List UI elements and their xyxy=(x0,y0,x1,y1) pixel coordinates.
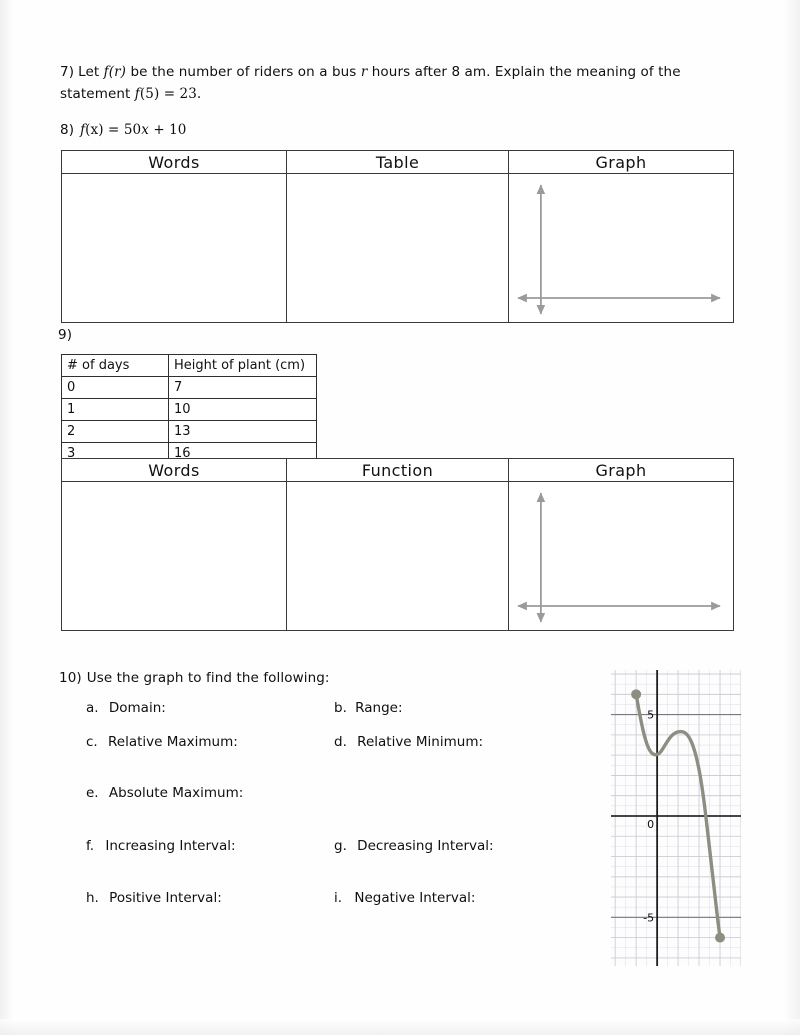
item-label-decreasing-interval: Decreasing Interval: xyxy=(357,838,494,854)
days-value: 1 xyxy=(61,398,169,421)
q7-text-d: statement xyxy=(60,85,135,102)
worksheet-page: 7) Let f(r) be the number of riders on a … xyxy=(0,0,800,1035)
item-letter-i: i. xyxy=(334,890,343,906)
q10-item-c: c. Relative Maximum: xyxy=(86,734,238,750)
q10-graph-svg: 5 0 -5 xyxy=(611,670,741,966)
question-8: 8) f(x) = 50x + 10 xyxy=(60,120,187,141)
q8-table-answer-row xyxy=(61,173,734,323)
item-label-absolute-maximum: Absolute Maximum: xyxy=(108,785,244,801)
y-tick-label-minus-5: -5 xyxy=(643,911,654,924)
q10-graph-figure: 5 0 -5 xyxy=(611,670,741,966)
table-row: 1 10 xyxy=(61,398,317,421)
q8-graph-answer-cell[interactable] xyxy=(508,173,734,323)
data-header-days: # of days xyxy=(61,354,169,377)
blank-coordinate-axes xyxy=(517,184,721,315)
q10-item-e: e. Absolute Maximum: xyxy=(86,785,243,801)
item-letter-c: c. xyxy=(86,734,98,750)
height-value: 13 xyxy=(168,420,317,443)
left-endpoint-dot xyxy=(631,689,642,700)
item-label-relative-maximum: Relative Maximum: xyxy=(108,734,238,750)
q8-header-table: Table xyxy=(286,150,509,174)
q8-header-graph: Graph xyxy=(508,150,734,174)
q10-item-a: a. Domain: xyxy=(86,700,166,716)
q7-equation: (5) = 23. xyxy=(139,85,202,102)
q10-item-d: d. Relative Minimum: xyxy=(334,734,483,750)
q8-expression-b: + 10 xyxy=(148,122,187,138)
q10-item-i: i. Negative Interval: xyxy=(334,890,475,906)
q9-table-header-row: Words Function Graph xyxy=(61,458,734,482)
item-label-increasing-interval: Increasing Interval: xyxy=(105,838,236,854)
item-letter-f: f. xyxy=(86,838,95,854)
table-row: 0 7 xyxy=(61,376,317,399)
item-label-domain: Domain: xyxy=(108,700,166,716)
q9-header-words: Words xyxy=(61,458,287,482)
q10-item-h: h. Positive Interval: xyxy=(86,890,222,906)
question-10: 10) Use the graph to find the following: xyxy=(59,668,330,689)
q7-text-c: hours after 8 am. Explain the meaning of… xyxy=(367,64,681,80)
item-label-relative-minimum: Relative Minimum: xyxy=(357,734,484,750)
scan-edge-right xyxy=(782,0,800,1035)
item-letter-e: e. xyxy=(86,785,99,801)
question-7: 7) Let f(r) be the number of riders on a … xyxy=(60,62,720,105)
q10-item-f: f. Increasing Interval: xyxy=(86,838,236,854)
item-label-positive-interval: Positive Interval: xyxy=(109,890,222,906)
blank-coordinate-axes xyxy=(517,492,721,623)
q8-table-answer-cell[interactable] xyxy=(286,173,509,323)
q8-representation-table: Words Table Graph xyxy=(61,150,734,323)
q9-words-answer-cell[interactable] xyxy=(61,481,287,631)
right-endpoint-dot xyxy=(715,932,726,943)
item-label-negative-interval: Negative Interval: xyxy=(354,890,476,906)
item-letter-b: b. xyxy=(334,700,347,716)
q9-representation-table: Words Function Graph xyxy=(61,458,734,631)
item-letter-a: a. xyxy=(86,700,99,716)
item-letter-h: h. xyxy=(86,890,99,906)
q8-header-words: Words xyxy=(61,150,287,174)
q8-variable-x: x xyxy=(141,122,149,138)
q10-number: 10) xyxy=(59,670,82,686)
item-letter-d: d. xyxy=(334,734,347,750)
y-tick-label-0: 0 xyxy=(647,818,654,831)
plant-growth-data-table: # of days Height of plant (cm) 0 7 1 10 … xyxy=(61,354,317,465)
q10-prompt: Use the graph to find the following: xyxy=(86,670,330,686)
height-value: 10 xyxy=(168,398,317,421)
q7-text-a: Let xyxy=(78,64,104,80)
height-value: 7 xyxy=(168,376,317,399)
item-label-range: Range: xyxy=(355,700,403,716)
y-tick-label-5: 5 xyxy=(647,709,654,722)
q7-variable-r-paren: (r) xyxy=(108,64,127,80)
days-value: 0 xyxy=(61,376,169,399)
q8-table-header-row: Words Table Graph xyxy=(61,150,734,174)
q8-number: 8) xyxy=(60,122,75,138)
q9-function-answer-cell[interactable] xyxy=(286,481,509,631)
data-table-header-row: # of days Height of plant (cm) xyxy=(61,354,317,377)
table-row: 2 13 xyxy=(61,420,317,443)
q7-text-b: be the number of riders on a bus xyxy=(126,64,361,80)
q9-header-graph: Graph xyxy=(508,458,734,482)
q7-number: 7) xyxy=(60,64,75,80)
q8-words-answer-cell[interactable] xyxy=(61,173,287,323)
question-9-number: 9) xyxy=(58,327,73,343)
q9-graph-answer-cell[interactable] xyxy=(508,481,734,631)
q9-table-answer-row xyxy=(61,481,734,631)
scan-edge-bottom xyxy=(0,1019,800,1035)
q10-item-g: g. Decreasing Interval: xyxy=(334,838,494,854)
q8-expression-a: (x) = 50 xyxy=(85,122,142,138)
days-value: 2 xyxy=(61,420,169,443)
item-letter-g: g. xyxy=(334,838,347,854)
data-header-height: Height of plant (cm) xyxy=(168,354,317,377)
q10-item-b: b. Range: xyxy=(334,700,403,716)
scan-edge-left xyxy=(0,0,14,1035)
q9-header-function: Function xyxy=(286,458,509,482)
